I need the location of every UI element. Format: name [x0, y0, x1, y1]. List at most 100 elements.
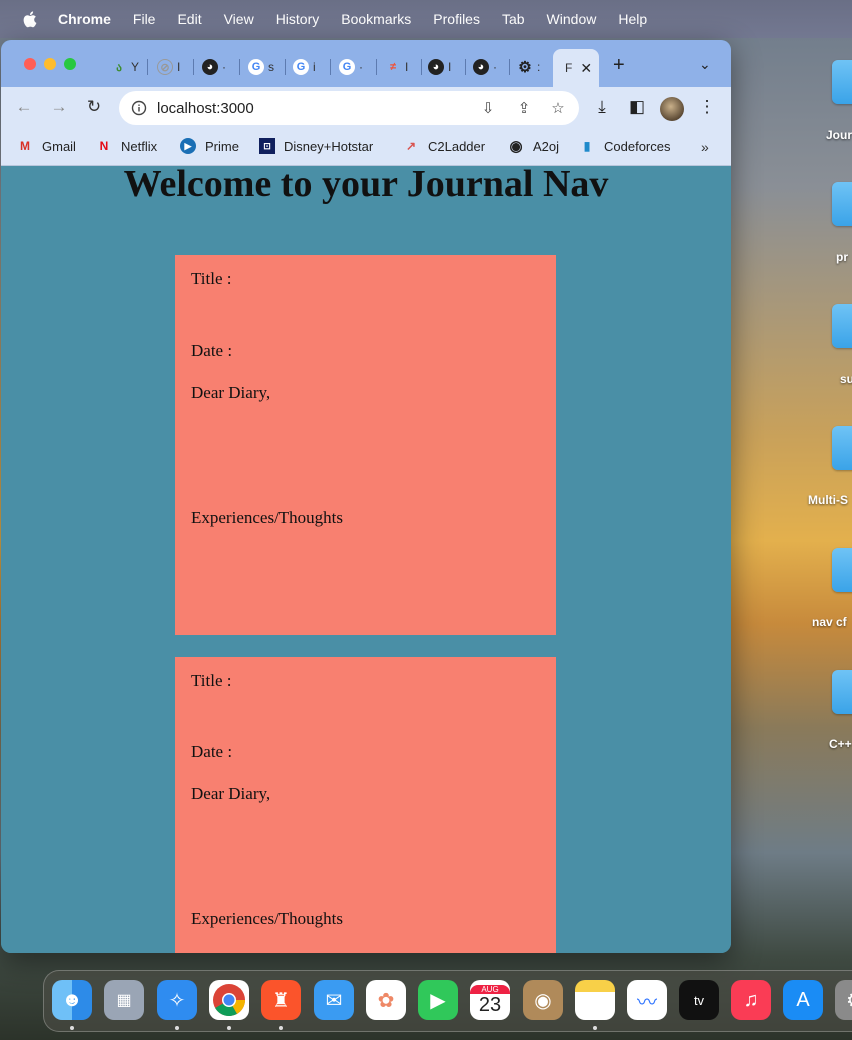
- tab-label: :: [537, 60, 541, 74]
- codeforces-icon: ▮: [583, 139, 591, 153]
- bookmark-a2oj[interactable]: ◉ A2oj: [508, 138, 560, 155]
- page-title: Welcome to your Journal Nav: [123, 167, 609, 205]
- tab-label: I: [405, 60, 409, 74]
- desktop-folder[interactable]: [832, 182, 852, 226]
- system-settings-icon[interactable]: ⚙: [835, 980, 852, 1020]
- bookmark-star-icon[interactable]: ☆: [549, 99, 567, 117]
- safari-icon[interactable]: ✧: [157, 980, 197, 1020]
- apple-icon[interactable]: [22, 10, 40, 28]
- folder-icon: [832, 182, 852, 226]
- new-tab-button[interactable]: +: [613, 54, 625, 77]
- bookmark-gmail[interactable]: M Gmail: [17, 138, 76, 154]
- tab[interactable]: ◕ ·: [473, 54, 497, 80]
- launchpad-icon[interactable]: ▦: [104, 980, 144, 1020]
- downloads-icon[interactable]: ⤓: [592, 97, 612, 117]
- c2ladder-icon: ↗: [405, 139, 417, 153]
- tab-search-chevron-icon[interactable]: ⌄: [699, 56, 711, 73]
- folder-icon: [832, 548, 852, 592]
- menu-tab[interactable]: Tab: [502, 11, 525, 27]
- facetime-icon[interactable]: ▶: [418, 980, 458, 1020]
- site-info-icon[interactable]: [131, 100, 147, 116]
- tab-active[interactable]: F ✕: [553, 49, 599, 87]
- github-icon: ◕: [428, 59, 444, 75]
- minimize-window-button[interactable]: [44, 58, 56, 70]
- desktop-folder-label: pr: [836, 250, 848, 264]
- menu-app-name[interactable]: Chrome: [58, 11, 111, 27]
- browser-toolbar: ← → ↻ localhost:3000 ⇩ ⇪ ☆ ⤓ ◧ ⋮: [1, 87, 731, 129]
- folder-icon: [832, 60, 852, 104]
- tab[interactable]: G i: [293, 54, 316, 80]
- finder-icon[interactable]: ☻: [52, 980, 92, 1020]
- profile-avatar[interactable]: [660, 97, 684, 121]
- share-icon[interactable]: ⇪: [515, 99, 533, 117]
- install-app-icon[interactable]: ⇩: [479, 99, 497, 117]
- desktop-folder[interactable]: [832, 426, 852, 470]
- tab[interactable]: ◕ ·: [202, 54, 226, 80]
- tab[interactable]: ა Y: [111, 54, 139, 80]
- bookmark-netflix[interactable]: N Netflix: [96, 138, 157, 154]
- netflix-icon: N: [99, 139, 109, 153]
- tab-divider: [285, 59, 286, 75]
- menu-bookmarks[interactable]: Bookmarks: [341, 11, 411, 27]
- calendar-icon[interactable]: AUG 23: [470, 980, 510, 1020]
- back-arrow-icon[interactable]: ←: [14, 97, 34, 117]
- contacts-icon[interactable]: ◉: [523, 980, 563, 1020]
- tab[interactable]: ⊘ I: [157, 54, 180, 80]
- apple-tv-icon[interactable]: tv: [679, 980, 719, 1020]
- music-icon[interactable]: ♫: [731, 980, 771, 1020]
- menu-help[interactable]: Help: [618, 11, 647, 27]
- tab[interactable]: G s: [248, 54, 274, 80]
- desktop-folder[interactable]: [832, 670, 852, 714]
- close-window-button[interactable]: [24, 58, 36, 70]
- bookmark-codeforces[interactable]: ▮ Codeforces: [579, 138, 671, 154]
- more-menu-icon[interactable]: ⋮: [697, 97, 717, 117]
- bookmark-label: A2oj: [533, 138, 560, 154]
- entry-body-label: Experiences/Thoughts: [191, 508, 344, 527]
- photos-icon[interactable]: ✿: [366, 980, 406, 1020]
- url-text[interactable]: localhost:3000: [157, 100, 254, 117]
- reload-icon[interactable]: ↻: [84, 97, 104, 117]
- desktop-folder-label: Jour: [826, 128, 852, 142]
- entry-title-label: Title :: [191, 269, 232, 288]
- folder-icon: [832, 426, 852, 470]
- google-icon: G: [293, 59, 309, 75]
- bookmark-hotstar[interactable]: ⊡ Disney+Hotstar: [259, 138, 373, 154]
- side-panel-icon[interactable]: ◧: [627, 97, 647, 117]
- mail-icon[interactable]: ✉: [314, 980, 354, 1020]
- brave-icon[interactable]: ♜: [261, 980, 301, 1020]
- desktop-folder[interactable]: [832, 304, 852, 348]
- bookmarks-overflow-button[interactable]: »: [701, 139, 709, 155]
- entry-date-label: Date :: [191, 742, 233, 761]
- menu-file[interactable]: File: [133, 11, 156, 27]
- tab[interactable]: ◕ I: [428, 54, 451, 80]
- desktop-folder[interactable]: [832, 60, 852, 104]
- menu-profiles[interactable]: Profiles: [433, 11, 480, 27]
- entry-body-label: Experiences/Thoughts: [191, 909, 344, 928]
- folder-icon: [832, 670, 852, 714]
- menu-window[interactable]: Window: [547, 11, 597, 27]
- entry-greeting: Dear Diary,: [191, 784, 271, 803]
- bookmark-label: C2Ladder: [428, 138, 486, 154]
- forward-arrow-icon[interactable]: →: [49, 97, 69, 117]
- notes-icon[interactable]: [575, 980, 615, 1020]
- tab[interactable]: ⚙ :: [517, 54, 540, 80]
- tab[interactable]: ≠ I: [385, 54, 408, 80]
- bookmark-label: Netflix: [121, 138, 158, 154]
- browser-window: ა Y ⊘ I ◕ · G s G i G · ≠ I ◕ I ◕ · ⚙: …: [1, 40, 731, 953]
- chrome-icon[interactable]: [209, 980, 249, 1020]
- address-bar[interactable]: localhost:3000 ⇩ ⇪ ☆: [119, 91, 579, 125]
- tab-label: I: [177, 60, 181, 74]
- app-store-icon[interactable]: A: [783, 980, 823, 1020]
- menu-edit[interactable]: Edit: [177, 11, 201, 27]
- close-tab-icon[interactable]: ✕: [580, 60, 592, 77]
- swift-icon: ≠: [389, 61, 397, 73]
- zoom-window-button[interactable]: [64, 58, 76, 70]
- menu-history[interactable]: History: [276, 11, 320, 27]
- freeform-icon[interactable]: 〰: [627, 980, 667, 1020]
- menu-view[interactable]: View: [224, 11, 254, 27]
- bookmark-c2ladder[interactable]: ↗ C2Ladder: [403, 138, 485, 154]
- desktop-folder[interactable]: [832, 548, 852, 592]
- bookmark-prime[interactable]: ▶ Prime: [180, 138, 239, 154]
- tab[interactable]: G ·: [339, 54, 363, 80]
- prime-video-icon: ▶: [180, 138, 196, 154]
